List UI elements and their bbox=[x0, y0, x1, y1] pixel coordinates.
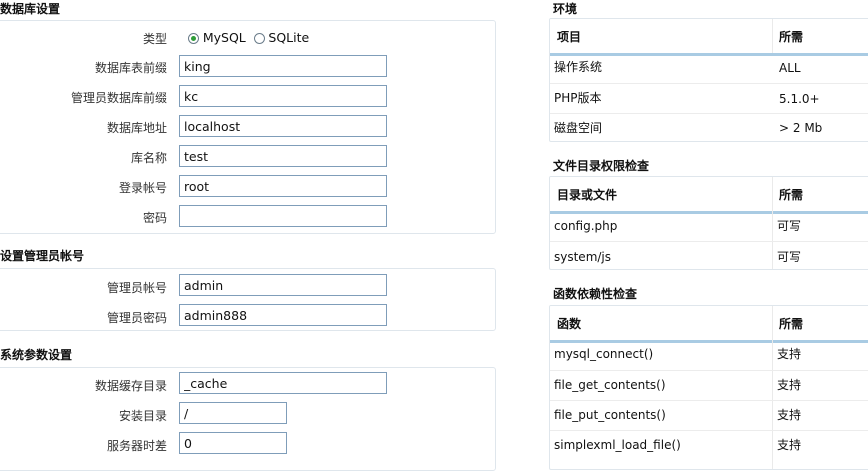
func-header-required: 所需 bbox=[779, 317, 804, 331]
db-user-label: 登录帐号 bbox=[118, 181, 167, 195]
func-check-title: 函数依赖性检查 bbox=[553, 287, 638, 301]
env-item-cell: 操作系统 bbox=[554, 60, 603, 74]
system-settings-panel: 数据缓存目录 安装目录 服务器时差 bbox=[0, 367, 496, 471]
table-row: file_put_contents() 支持 bbox=[550, 400, 868, 431]
env-header-required: 所需 bbox=[779, 30, 804, 44]
dir-required-cell: 可写 bbox=[777, 219, 802, 233]
db-password-input[interactable] bbox=[179, 205, 387, 227]
func-name-cell: file_get_contents() bbox=[554, 378, 666, 392]
admin-password-input[interactable] bbox=[179, 304, 387, 326]
db-name-input[interactable] bbox=[179, 145, 387, 167]
env-header-item: 项目 bbox=[557, 30, 582, 44]
db-user-input[interactable] bbox=[179, 175, 387, 197]
func-header-name: 函数 bbox=[557, 317, 582, 331]
table-row: 磁盘空间 > 2 Mb bbox=[550, 113, 868, 141]
db-host-input[interactable] bbox=[179, 115, 387, 137]
func-required-cell: 支持 bbox=[777, 347, 802, 361]
func-check-table-header: 函数 所需 bbox=[550, 306, 868, 343]
admin-settings-title: 设置管理员帐号 bbox=[0, 249, 85, 263]
db-type-label: 类型 bbox=[142, 32, 167, 46]
table-row: mysql_connect() 支持 bbox=[550, 340, 868, 370]
time-offset-input[interactable] bbox=[179, 432, 287, 454]
dir-check-title: 文件目录权限检查 bbox=[553, 159, 650, 173]
admin-settings-panel: 管理员帐号 管理员密码 bbox=[0, 268, 496, 331]
dir-path-cell: system/js bbox=[554, 250, 612, 264]
func-required-cell: 支持 bbox=[777, 408, 802, 422]
admin-account-label: 管理员帐号 bbox=[106, 281, 167, 295]
env-required-cell: 5.1.0+ bbox=[779, 92, 820, 106]
db-type-radio-group: MySQL SQLite bbox=[188, 30, 309, 45]
environment-table-header: 项目 所需 bbox=[550, 19, 868, 56]
mysql-radio-label[interactable]: MySQL bbox=[203, 30, 246, 45]
table-row: system/js 可写 bbox=[550, 241, 868, 269]
func-name-cell: mysql_connect() bbox=[554, 347, 654, 361]
time-offset-label: 服务器时差 bbox=[106, 439, 167, 453]
env-item-cell: 磁盘空间 bbox=[554, 121, 603, 135]
func-required-cell: 支持 bbox=[777, 438, 802, 452]
admin-db-prefix-input[interactable] bbox=[179, 85, 387, 107]
table-row: file_get_contents() 支持 bbox=[550, 370, 868, 401]
dir-header-path: 目录或文件 bbox=[557, 188, 618, 202]
admin-db-prefix-label: 管理员数据库前缀 bbox=[70, 91, 167, 105]
sqlite-radio[interactable] bbox=[253, 33, 265, 44]
install-dir-label: 安装目录 bbox=[118, 409, 167, 423]
table-row: simplexml_load_file() 支持 bbox=[550, 430, 868, 461]
func-check-table: 函数 所需 mysql_connect() 支持 file_get_conten… bbox=[549, 305, 868, 470]
db-host-label: 数据库地址 bbox=[106, 121, 167, 135]
dir-header-required: 所需 bbox=[779, 188, 804, 202]
db-settings-title: 数据库设置 bbox=[0, 2, 61, 16]
environment-table: 项目 所需 操作系统 ALL PHP版本 5.1.0+ 磁盘空间 > 2 Mb bbox=[549, 18, 868, 142]
dir-check-table-header: 目录或文件 所需 bbox=[550, 177, 868, 214]
cache-dir-label: 数据缓存目录 bbox=[94, 379, 167, 393]
env-required-cell: > 2 Mb bbox=[779, 121, 823, 135]
func-name-cell: simplexml_load_file() bbox=[554, 438, 681, 452]
func-required-cell: 支持 bbox=[777, 378, 802, 392]
install-dir-input[interactable] bbox=[179, 402, 287, 424]
cache-dir-input[interactable] bbox=[179, 372, 387, 394]
mysql-radio[interactable] bbox=[188, 33, 199, 44]
db-settings-panel: 类型 MySQL SQLite 数据库表前缀 管理员数据库前缀 数据库地址 库名… bbox=[0, 20, 496, 234]
dir-check-table: 目录或文件 所需 config.php 可写 system/js 可写 bbox=[549, 176, 868, 270]
db-password-label: 密码 bbox=[142, 211, 167, 225]
system-settings-title: 系统参数设置 bbox=[0, 348, 73, 362]
table-prefix-label: 数据库表前缀 bbox=[94, 61, 167, 75]
environment-title: 环境 bbox=[553, 2, 578, 16]
dir-path-cell: config.php bbox=[554, 219, 618, 233]
db-name-label: 库名称 bbox=[130, 151, 167, 165]
env-required-cell: ALL bbox=[779, 61, 801, 75]
func-name-cell: file_put_contents() bbox=[554, 408, 666, 422]
table-row: PHP版本 5.1.0+ bbox=[550, 83, 868, 114]
table-row: 操作系统 ALL bbox=[550, 53, 868, 83]
table-prefix-input[interactable] bbox=[179, 55, 387, 77]
dir-required-cell: 可写 bbox=[777, 250, 802, 264]
admin-account-input[interactable] bbox=[179, 274, 387, 296]
admin-password-label: 管理员密码 bbox=[106, 311, 167, 325]
table-row: config.php 可写 bbox=[550, 211, 868, 241]
sqlite-radio-label[interactable]: SQLite bbox=[268, 30, 309, 45]
env-item-cell: PHP版本 bbox=[554, 91, 602, 105]
